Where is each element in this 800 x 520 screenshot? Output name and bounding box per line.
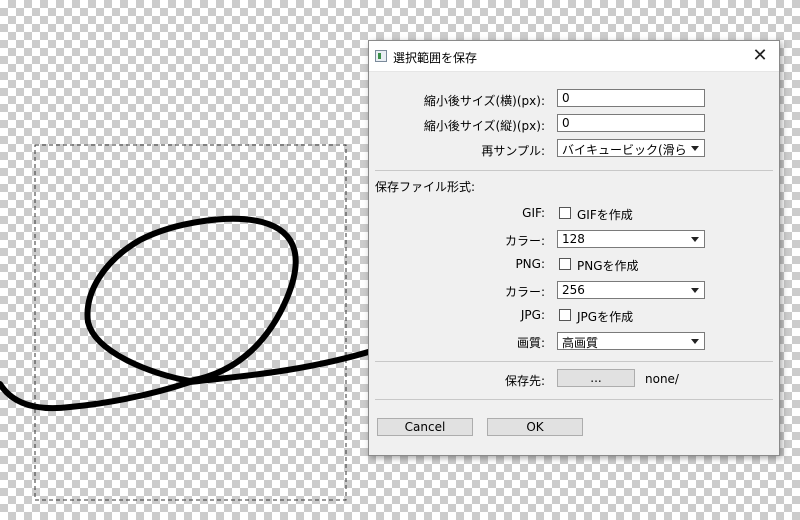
jpg-quality-selected: 高画質 — [562, 336, 599, 350]
jpg-create-checkbox[interactable] — [559, 309, 571, 321]
gif-color-selected: 128 — [562, 232, 585, 246]
width-label: 縮小後サイズ(横)(px): — [423, 94, 545, 108]
dialog-title: 選択範囲を保存 — [393, 51, 478, 65]
png-color-selected: 256 — [562, 283, 585, 297]
dialog-titlebar[interactable]: 選択範囲を保存 ✕ — [369, 41, 779, 72]
chevron-down-icon — [691, 237, 699, 242]
dest-path: none/ — [645, 372, 679, 386]
chevron-down-icon — [691, 146, 699, 151]
width-input[interactable] — [557, 89, 705, 107]
separator — [375, 361, 773, 362]
jpg-label: JPG: — [520, 308, 545, 322]
gif-create-label[interactable]: GIFを作成 — [577, 206, 633, 223]
resample-dropdown[interactable]: バイキュービック(滑らかな... — [557, 139, 705, 157]
jpg-create-label[interactable]: JPGを作成 — [577, 308, 633, 325]
height-label: 縮小後サイズ(縦)(px): — [423, 119, 545, 133]
png-color-label: カラー: — [504, 285, 545, 299]
browse-button[interactable]: ... — [557, 369, 635, 387]
app-window-icon — [375, 50, 387, 62]
dest-label: 保存先: — [504, 374, 545, 388]
resample-selected: バイキュービック(滑らかな... — [562, 143, 686, 157]
selection-rectangle — [34, 144, 347, 501]
gif-color-dropdown[interactable]: 128 — [557, 230, 705, 248]
cancel-button[interactable]: Cancel — [377, 418, 473, 436]
gif-create-checkbox[interactable] — [559, 207, 571, 219]
separator — [375, 170, 773, 171]
png-create-label[interactable]: PNGを作成 — [577, 257, 639, 274]
chevron-down-icon — [691, 288, 699, 293]
save-selection-dialog: 選択範囲を保存 ✕ 縮小後サイズ(横)(px): 縮小後サイズ(縦)(px): … — [368, 40, 780, 456]
format-section-label: 保存ファイル形式: — [375, 180, 476, 194]
jpg-quality-dropdown[interactable]: 高画質 — [557, 332, 705, 350]
png-color-dropdown[interactable]: 256 — [557, 281, 705, 299]
height-input[interactable] — [557, 114, 705, 132]
ok-button[interactable]: OK — [487, 418, 583, 436]
chevron-down-icon — [691, 339, 699, 344]
jpg-quality-label: 画質: — [516, 336, 545, 350]
gif-color-label: カラー: — [504, 234, 545, 248]
png-label: PNG: — [515, 257, 545, 271]
separator — [375, 399, 773, 400]
freehand-stroke — [0, 215, 378, 412]
gif-label: GIF: — [522, 206, 545, 220]
close-icon[interactable]: ✕ — [749, 45, 771, 67]
resample-label: 再サンプル: — [481, 144, 545, 158]
png-create-checkbox[interactable] — [559, 258, 571, 270]
